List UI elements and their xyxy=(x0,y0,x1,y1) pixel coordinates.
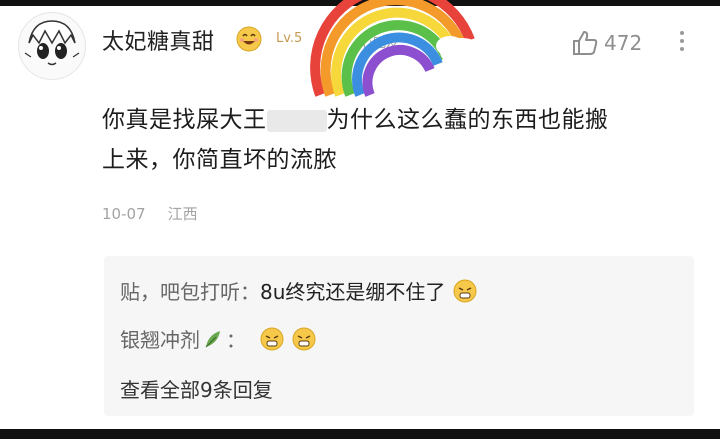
like-count: 472 xyxy=(604,31,643,55)
obscured-emoji xyxy=(266,109,327,132)
reply-item[interactable]: 贴，吧包打听： 8u终究还是绷不住了 xyxy=(120,276,477,305)
reply-separator: ： xyxy=(240,280,260,304)
grin-emoji-icon xyxy=(453,279,477,302)
comment-text: 你真是找屎大王 为什么这么蠢的东西也能搬 上来，你简直坏的流脓 xyxy=(102,100,702,180)
replies-panel: 贴，吧包打听： 8u终究还是绷不住了 银翘冲剂 ： 查看全部9条回复 xyxy=(104,256,694,416)
grin-emoji-icon xyxy=(292,327,316,350)
leaf-badge-icon xyxy=(205,330,220,347)
grin-emoji-icon xyxy=(260,327,284,350)
comment-meta: 10-07 江西 xyxy=(102,203,198,224)
avatar[interactable] xyxy=(18,12,86,80)
reply-user[interactable]: 贴，吧包打听 xyxy=(120,276,240,305)
comment-location: 江西 xyxy=(167,205,198,223)
reply-item[interactable]: 银翘冲剂 ： xyxy=(120,324,316,353)
comment-date: 10-07 xyxy=(102,205,146,223)
reply-separator: ： xyxy=(226,328,246,352)
like-button[interactable]: 472 xyxy=(570,26,642,60)
view-all-replies-link[interactable]: 查看全部9条回复 xyxy=(120,374,273,403)
comment-line-1: 你真是找屎大王 xyxy=(102,107,267,133)
avatar-drawing xyxy=(24,20,80,66)
bottom-frame xyxy=(0,429,720,439)
comment-line-1b: 为什么这么蠢的东西也能搬 xyxy=(326,107,609,133)
comment-line-2: 上来，你简直坏的流脓 xyxy=(102,147,337,173)
smile-emoji-icon xyxy=(236,26,262,52)
more-options-icon[interactable] xyxy=(672,26,692,56)
reply-user[interactable]: 银翘冲剂 xyxy=(120,324,200,353)
rainbow-sticker-icon xyxy=(310,0,484,97)
username[interactable]: 太妃糖真甜 xyxy=(102,24,215,56)
reply-text: 8u终究还是绷不住了 xyxy=(260,280,446,304)
thumbs-up-icon xyxy=(573,31,598,55)
level-badge: Lv.5 xyxy=(276,31,303,46)
